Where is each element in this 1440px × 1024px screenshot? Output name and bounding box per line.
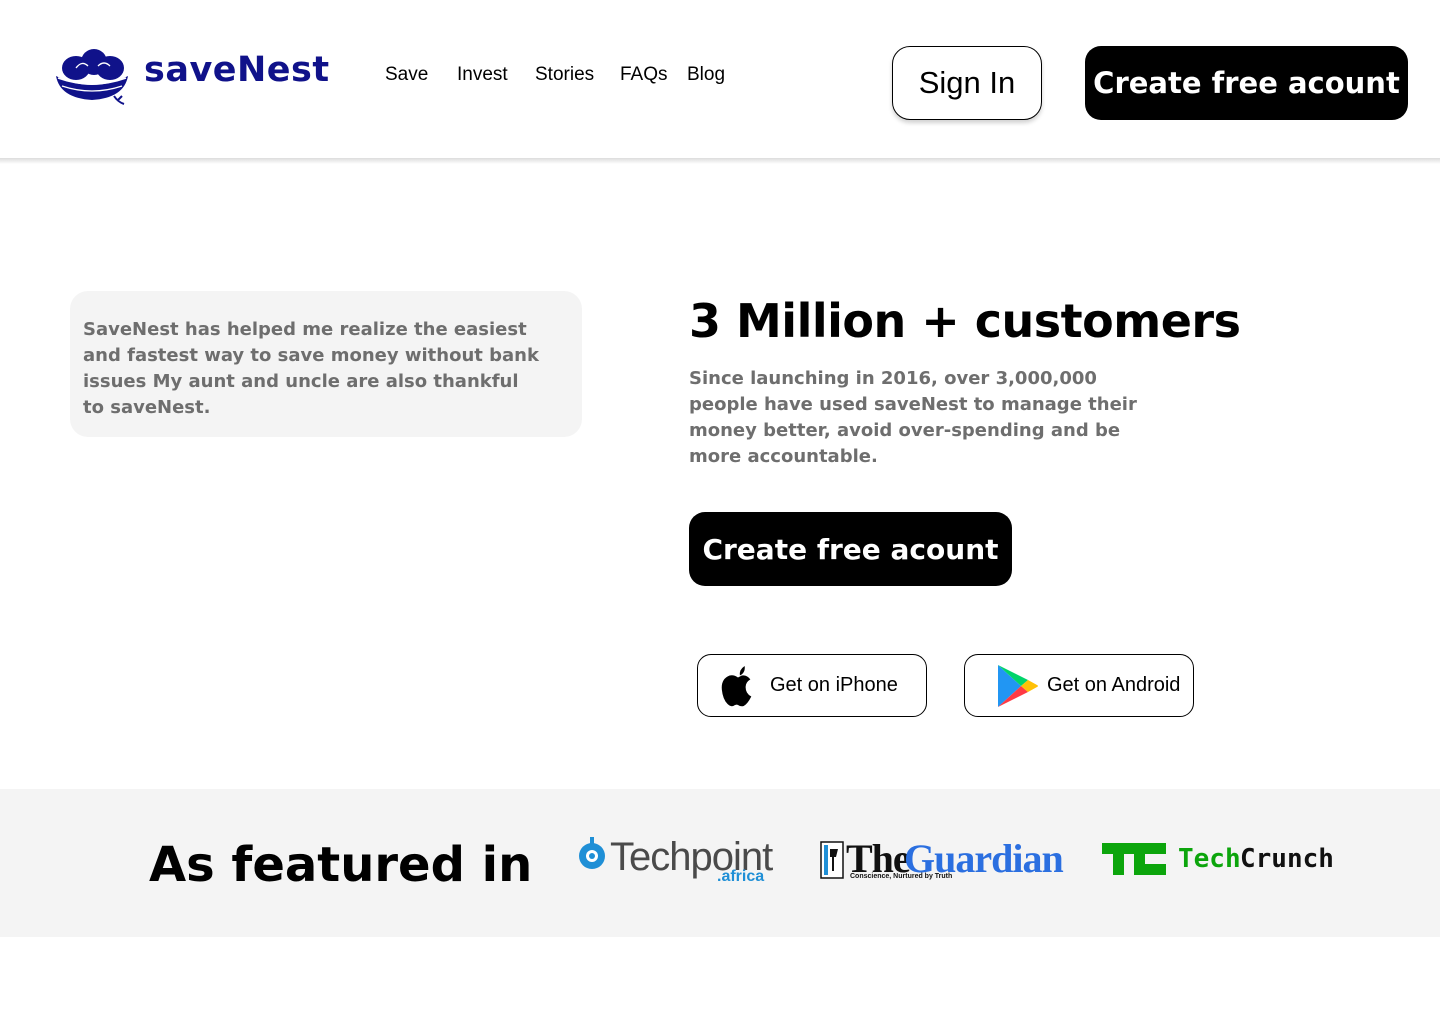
testimonial-card: SaveNest has helped me realize the easie… — [70, 291, 582, 437]
techcrunch-logo[interactable]: Tech Crunch — [1102, 843, 1342, 879]
brand-name: saveNest — [144, 50, 330, 90]
apple-icon — [718, 664, 758, 708]
nav-invest[interactable]: Invest — [457, 64, 508, 86]
iphone-label: Get on iPhone — [770, 674, 898, 696]
android-label: Get on Android — [1047, 674, 1181, 696]
nav-save[interactable]: Save — [385, 64, 428, 86]
testimonial-text: SaveNest has helped me realize the easie… — [83, 319, 539, 418]
brand-logo[interactable]: saveNest — [52, 46, 329, 106]
get-on-android-button[interactable]: Get on Android — [964, 654, 1194, 717]
nav-stories[interactable]: Stories — [535, 64, 594, 86]
guardian-tagline: Conscience, Nurtured by Truth — [850, 873, 953, 880]
header-divider — [0, 158, 1440, 164]
google-play-icon — [995, 663, 1039, 709]
featured-section: As featured in Techpoint .africa The Gua… — [0, 789, 1440, 937]
nest-icon — [56, 49, 128, 105]
create-account-header-button[interactable]: Create free acount — [1085, 46, 1408, 120]
techpoint-logo[interactable]: Techpoint .africa — [578, 835, 773, 887]
techpoint-suffix: .africa — [717, 868, 765, 885]
sign-in-button[interactable]: Sign In — [892, 46, 1042, 120]
nav-blog[interactable]: Blog — [687, 64, 725, 86]
techpoint-mark-icon — [579, 837, 605, 869]
hero-subtext: Since launching in 2016, over 3,000,000 … — [689, 368, 1137, 467]
techcrunch-tech: Tech — [1178, 844, 1241, 874]
hero-headline: 3 Million + customers — [689, 294, 1241, 348]
nav-faqs[interactable]: FAQs — [620, 64, 668, 86]
techcrunch-crunch: Crunch — [1240, 844, 1334, 874]
guardian-crest-icon — [820, 841, 844, 879]
techcrunch-mark-icon — [1102, 843, 1166, 875]
guardian-logo[interactable]: The Guardian Conscience, Nurtured by Tru… — [820, 836, 1064, 885]
get-on-iphone-button[interactable]: Get on iPhone — [697, 654, 927, 717]
create-account-hero-button[interactable]: Create free acount — [689, 512, 1012, 586]
featured-title: As featured in — [149, 837, 533, 893]
site-header: saveNest Save Invest Stories FAQs Blog S… — [0, 0, 1440, 160]
